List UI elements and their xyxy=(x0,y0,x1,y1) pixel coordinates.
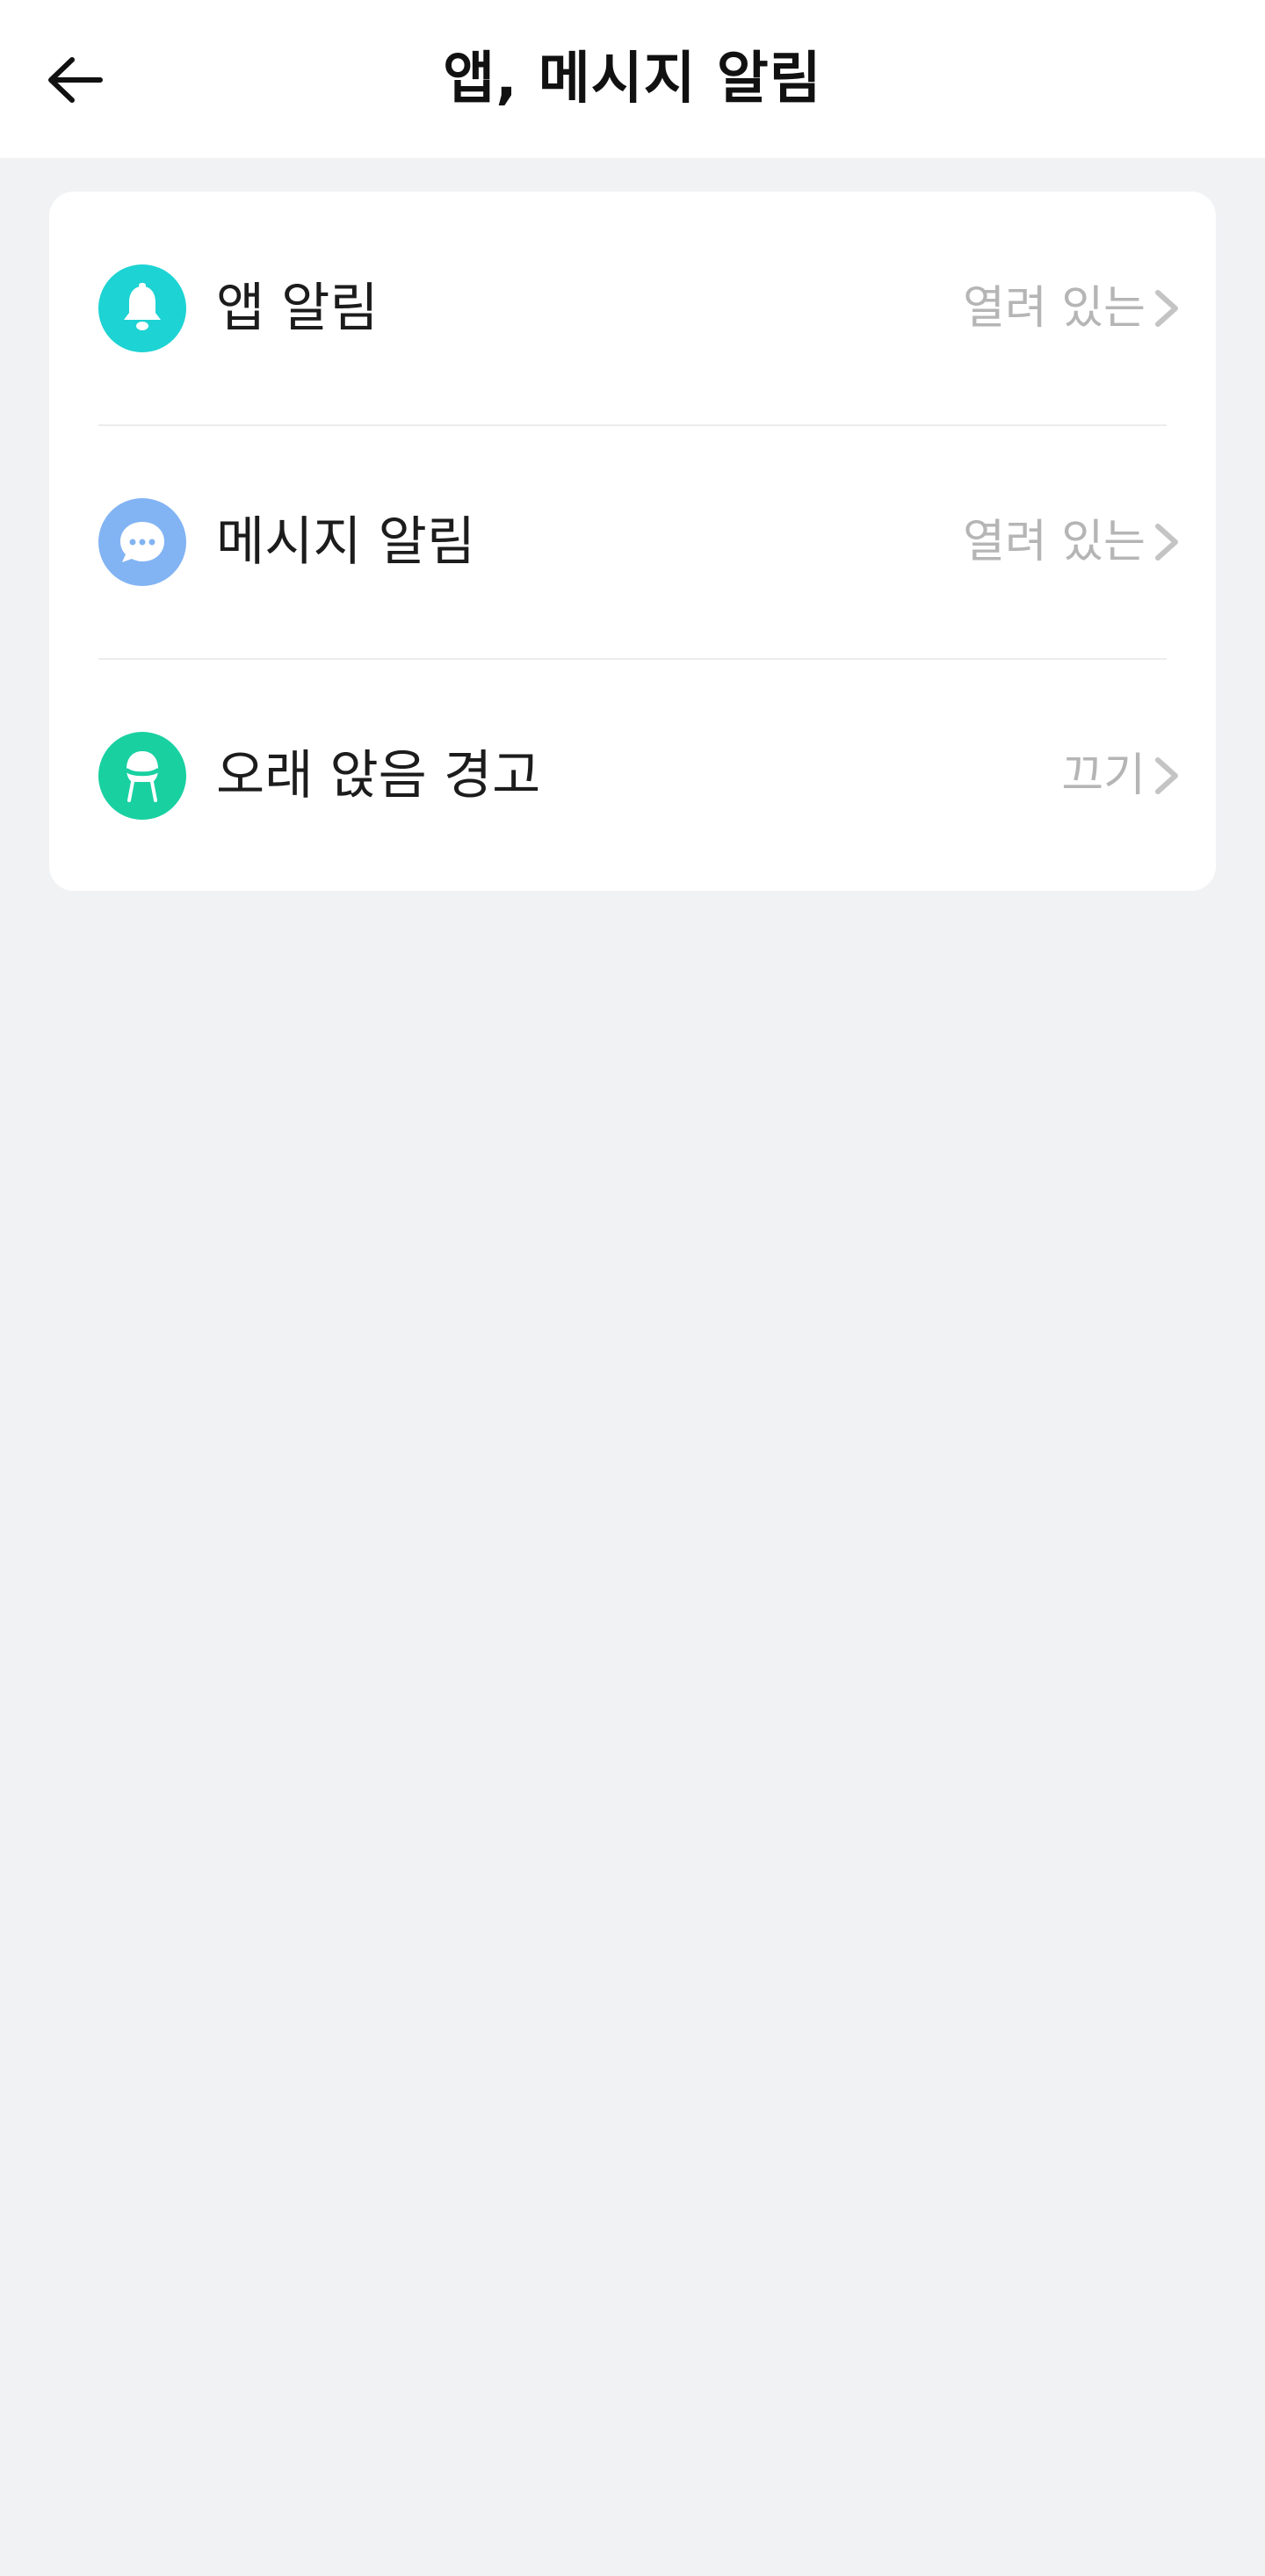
settings-row-sedentary-warning[interactable]: 오래 앉음 경고 끄기 xyxy=(49,659,1216,891)
settings-row-message-notifications[interactable]: 메시지 알림 열려 있는 xyxy=(49,425,1216,659)
page-title: 앱, 메시지 알림 xyxy=(443,47,822,112)
settings-row-value: 열려 있는 xyxy=(963,516,1146,568)
chair-icon xyxy=(98,732,186,820)
chevron-right-icon xyxy=(1155,290,1178,327)
chevron-right-icon xyxy=(1155,524,1178,561)
settings-card: 앱 알림 열려 있는 메시지 알림 열려 있는 오래 앉음 경고 끄기 xyxy=(49,192,1216,891)
settings-row-label: 오래 앉음 경고 xyxy=(216,745,541,807)
bell-icon xyxy=(98,264,186,352)
chevron-right-icon xyxy=(1155,757,1178,794)
top-bar: 앱, 메시지 알림 xyxy=(0,0,1265,158)
settings-row-label: 메시지 알림 xyxy=(216,511,476,573)
settings-row-app-notifications[interactable]: 앱 알림 열려 있는 xyxy=(49,192,1216,425)
settings-row-value: 열려 있는 xyxy=(963,282,1146,335)
settings-row-value: 끄기 xyxy=(1061,749,1146,802)
settings-row-label: 앱 알림 xyxy=(216,278,379,339)
chat-bubble-icon xyxy=(98,498,186,586)
